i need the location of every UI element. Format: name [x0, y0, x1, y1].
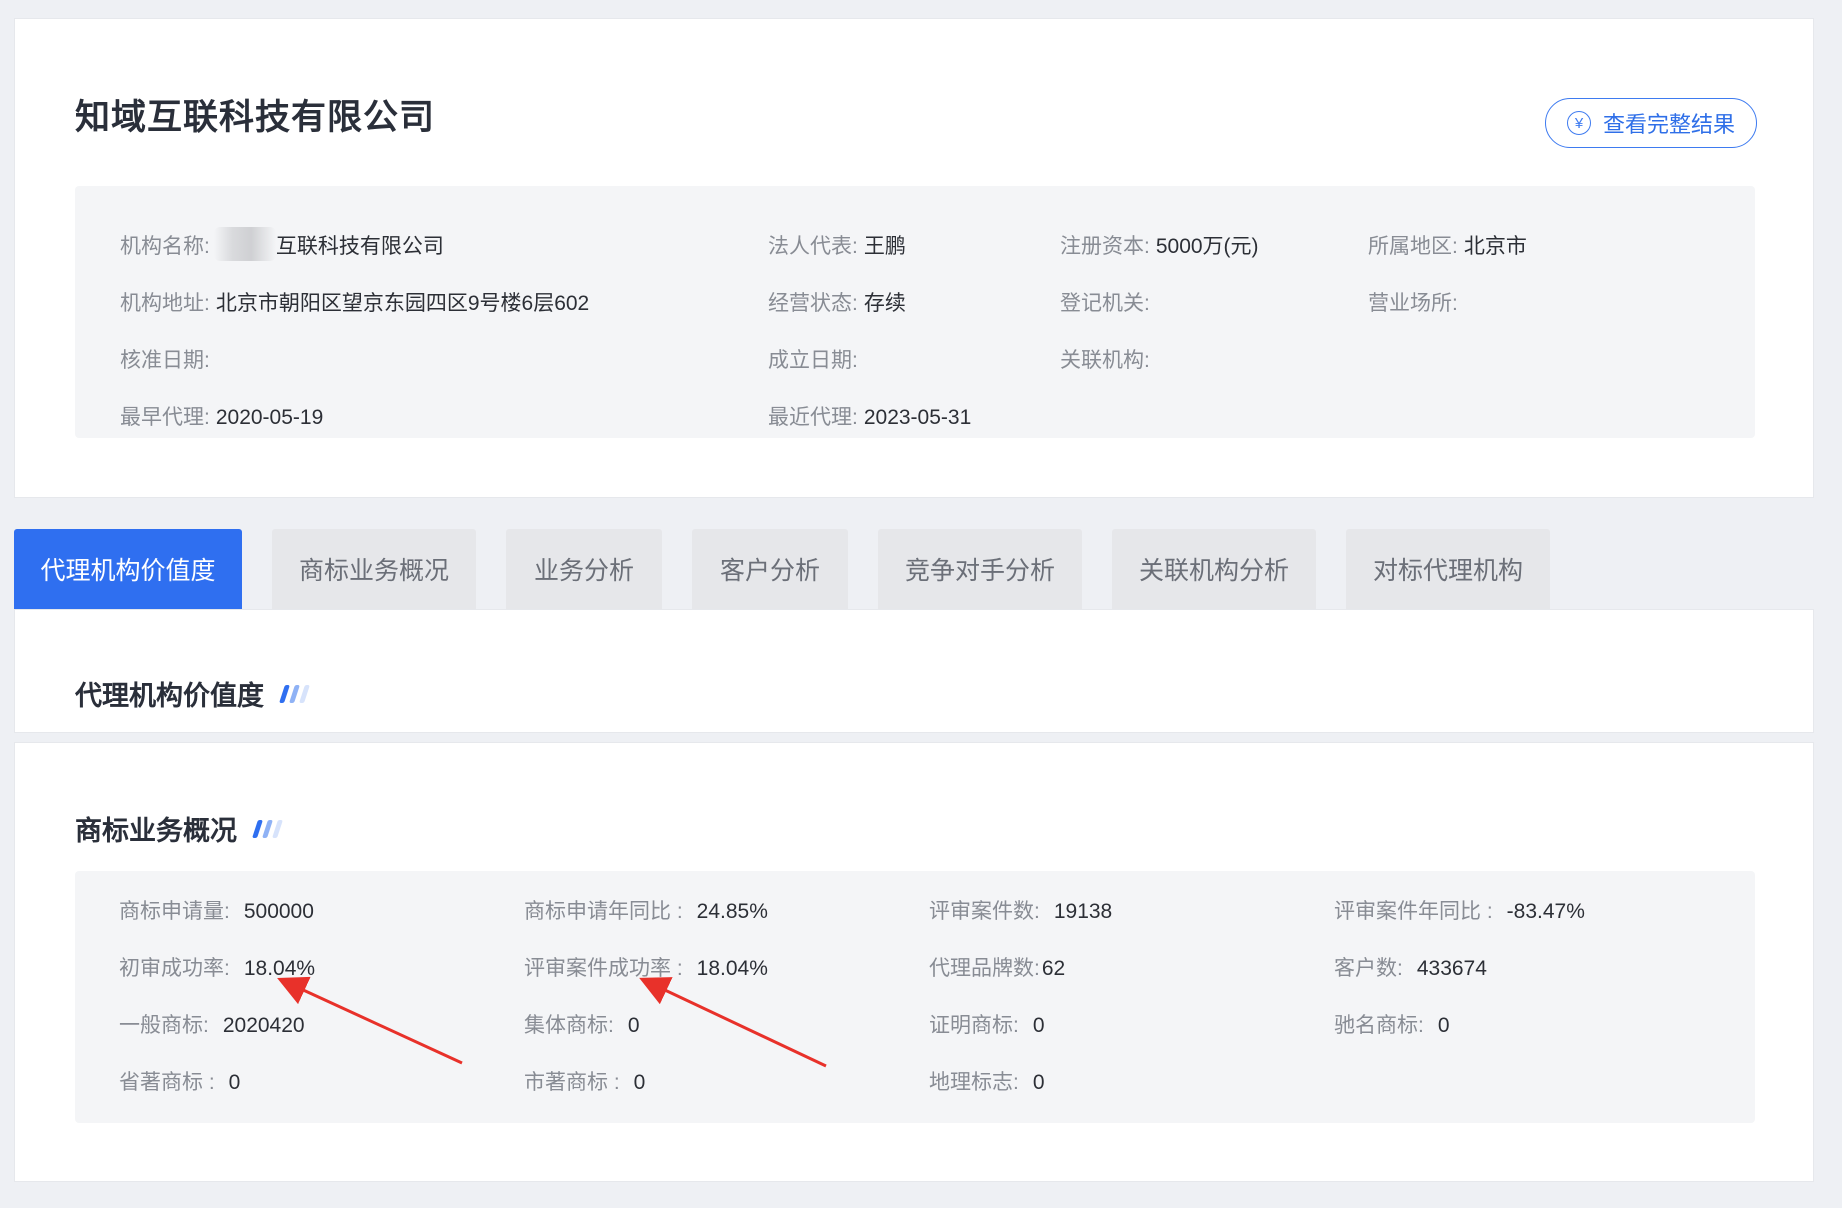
field-latest-agent: 最近代理: 2023-05-31 [768, 406, 972, 429]
field-region: 所属地区: 北京市 [1368, 235, 1527, 258]
stat-provincial-tm: 省著商标 :0 [119, 1071, 241, 1094]
stat-review-success: 评审案件成功率 :18.04% [524, 957, 768, 980]
field-status: 经营状态: 存续 [768, 292, 906, 315]
title-stripe-icon [279, 684, 310, 703]
section-title-trademark: 商标业务概况 [75, 809, 283, 848]
stat-city-tm: 市著商标 :0 [524, 1071, 646, 1094]
yen-icon: ¥ [1566, 111, 1591, 135]
field-earliest-agent: 最早代理: 2020-05-19 [120, 406, 324, 429]
stat-client-count: 客户数: 433674 [1334, 957, 1487, 980]
trademark-overview-section: 商标业务概况 商标申请量: 500000 商标申请年同比 :24.85% 评审案件… [14, 742, 1814, 1182]
stat-brand-count: 代理品牌数:62 [929, 957, 1066, 980]
field-related-org: 关联机构: [1060, 349, 1150, 372]
agency-value-section: 代理机构价值度 [14, 609, 1814, 733]
field-approval-date: 核准日期: [120, 349, 210, 372]
field-business-place: 营业场所: [1368, 292, 1458, 315]
company-title: 知域互联科技有限公司 [75, 98, 436, 137]
tab-related-org-analysis[interactable]: 关联机构分析 [1112, 529, 1316, 609]
redacted-blur [213, 227, 276, 262]
section-title-agency-value: 代理机构价值度 [75, 674, 310, 713]
tab-benchmark-agency[interactable]: 对标代理机构 [1346, 529, 1550, 609]
tab-competitor-analysis[interactable]: 竞争对手分析 [878, 529, 1082, 609]
field-reg-capital: 注册资本: 5000万(元) [1060, 235, 1259, 258]
field-found-date: 成立日期: [768, 349, 858, 372]
stat-cert-tm: 证明商标: 0 [929, 1014, 1045, 1037]
stat-collective-tm: 集体商标: 0 [524, 1014, 640, 1037]
stat-apply-yoy: 商标申请年同比 :24.85% [524, 900, 768, 923]
field-legal-rep: 法人代表: 王鹏 [768, 235, 906, 258]
tab-client-analysis[interactable]: 客户分析 [692, 529, 848, 609]
stat-general-tm: 一般商标: 2020420 [119, 1014, 305, 1037]
view-full-result-button[interactable]: ¥ 查看完整结果 [1545, 98, 1757, 148]
tab-business-analysis[interactable]: 业务分析 [506, 529, 662, 609]
company-card: 知域互联科技有限公司 ¥ 查看完整结果 机构名称: 互联科技有限公司 法人代表: 王… [14, 18, 1814, 498]
tab-agency-value[interactable]: 代理机构价值度 [14, 529, 242, 609]
view-full-result-label: 查看完整结果 [1602, 112, 1735, 137]
title-stripe-icon [252, 819, 283, 838]
stat-review-count: 评审案件数: 19138 [929, 900, 1113, 923]
company-info-box: 机构名称: 互联科技有限公司 法人代表: 王鹏 注册资本: 5000万(元) 所属地区… [75, 186, 1755, 438]
stat-geo-mark: 地理标志: 0 [929, 1071, 1045, 1094]
field-org-name: 机构名称: 互联科技有限公司 [120, 227, 444, 262]
stat-review-yoy: 评审案件年同比 : -83.47% [1334, 900, 1585, 923]
field-reg-authority: 登记机关: [1060, 292, 1150, 315]
stat-apply-count: 商标申请量: 500000 [119, 900, 314, 923]
tab-trademark-overview[interactable]: 商标业务概况 [272, 529, 476, 609]
trademark-stats-box: 商标申请量: 500000 商标申请年同比 :24.85% 评审案件数: 19138… [75, 871, 1755, 1123]
stat-first-success: 初审成功率: 18.04% [119, 957, 316, 980]
stat-famous-tm: 驰名商标: 0 [1334, 1014, 1450, 1037]
field-address: 机构地址: 北京市朝阳区望京东园四区9号楼6层602 [120, 292, 590, 315]
